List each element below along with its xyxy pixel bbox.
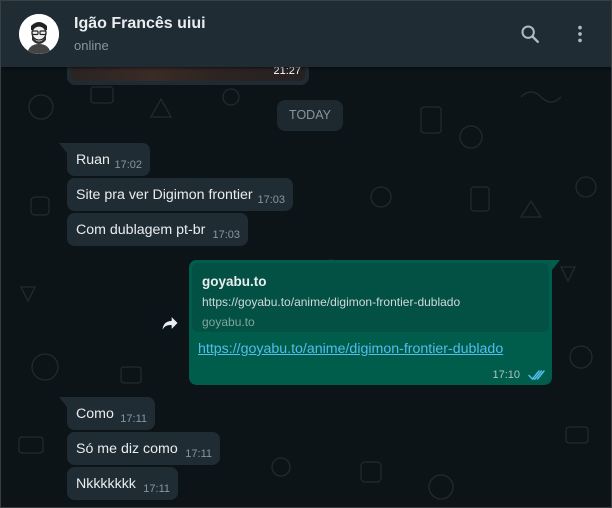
double-check-read-icon (528, 370, 545, 381)
message-list[interactable]: 21:27 TODAY Ruan 17:02 Site pra ver Digi… (1, 67, 611, 507)
message-text: Só me diz como (76, 441, 178, 457)
avatar-illustration (19, 14, 59, 54)
incoming-message[interactable]: Como 17:11 (59, 397, 155, 430)
message-time: 17:10 (492, 369, 520, 381)
incoming-message[interactable]: Site pra ver Digimon frontier 17:03 (67, 178, 293, 211)
incoming-message[interactable]: Nkkkkkkk 17:11 (67, 467, 178, 500)
message-time: 17:02 (114, 159, 142, 171)
message-text: Como (76, 406, 114, 422)
chat-window: Igão Francês uiui online 21:27 TODAY Rua… (0, 0, 612, 508)
message-time: 17:11 (120, 413, 147, 425)
contact-status: online (74, 38, 109, 53)
message-text: Nkkkkkkk (76, 476, 136, 492)
message-time: 17:03 (257, 194, 285, 206)
message-time: 17:03 (212, 229, 240, 241)
menu-icon[interactable] (569, 23, 591, 45)
message-text: Site pra ver Digimon frontier (76, 187, 253, 203)
message-text: Com dublagem pt-br (76, 222, 206, 238)
outgoing-message[interactable]: goyabu.to https://goyabu.to/anime/digimo… (189, 260, 560, 385)
bubble-tail (59, 143, 67, 153)
link-preview-domain: goyabu.to (202, 315, 255, 329)
message-text: Ruan (76, 152, 110, 168)
message-time: 17:11 (185, 448, 212, 460)
contact-name[interactable]: Igão Francês uiui (74, 15, 206, 33)
chat-header: Igão Francês uiui online (1, 1, 611, 67)
contact-avatar[interactable] (19, 14, 59, 54)
bubble-tail (552, 260, 560, 270)
message-time: 17:11 (143, 483, 170, 495)
search-icon[interactable] (519, 23, 541, 45)
forward-icon[interactable] (155, 308, 185, 338)
incoming-message[interactable]: Só me diz como 17:11 (67, 432, 220, 465)
bubble-tail (59, 397, 67, 407)
media-thumbnail[interactable] (71, 67, 305, 81)
message-link[interactable]: https://goyabu.to/anime/digimon-frontier… (198, 341, 503, 357)
link-preview-title: goyabu.to (202, 274, 267, 289)
message-time: 21:27 (273, 67, 301, 77)
incoming-message[interactable]: Com dublagem pt-br 17:03 (67, 213, 248, 246)
link-preview-url: https://goyabu.to/anime/digimon-frontier… (202, 295, 461, 309)
link-preview[interactable]: goyabu.to https://goyabu.to/anime/digimo… (192, 263, 549, 332)
previous-media-message[interactable]: 21:27 (67, 67, 309, 85)
day-separator: TODAY (277, 100, 343, 131)
incoming-message[interactable]: Ruan 17:02 (59, 143, 150, 176)
